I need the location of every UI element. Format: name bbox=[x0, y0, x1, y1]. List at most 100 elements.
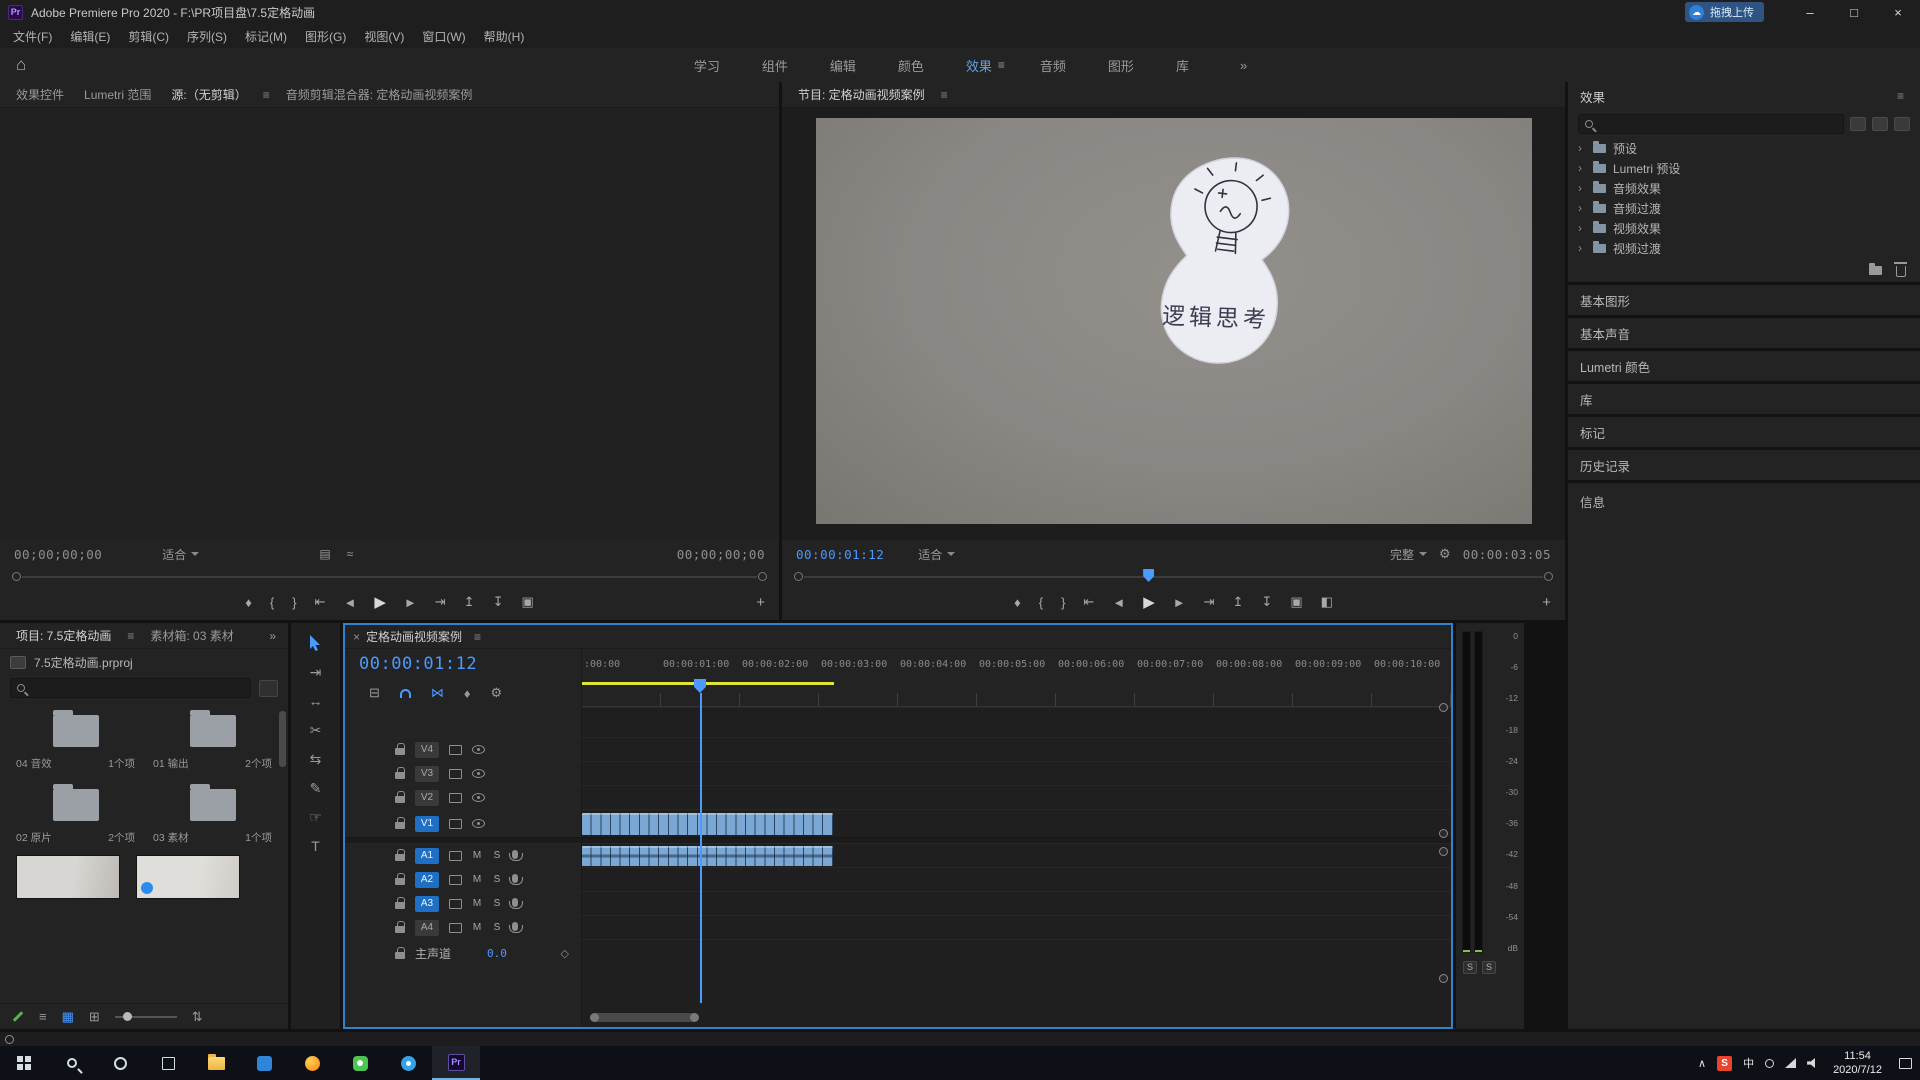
pen-tool[interactable]: ✎ bbox=[310, 780, 322, 796]
taskbar-app-blue[interactable] bbox=[240, 1046, 288, 1080]
tab-markers[interactable]: 标记 bbox=[1568, 417, 1920, 447]
mute-button[interactable]: M bbox=[472, 850, 482, 861]
add-marker-icon[interactable]: ♦ bbox=[464, 686, 471, 701]
delete-icon[interactable] bbox=[1896, 266, 1906, 277]
workspace-tab-learning[interactable]: 学习 bbox=[673, 56, 741, 75]
search-options-icon[interactable] bbox=[259, 680, 278, 697]
clip-thumbnail[interactable] bbox=[16, 855, 120, 899]
zoom-handle-right[interactable] bbox=[758, 572, 767, 581]
tab-source-monitor[interactable]: 源:（无剪辑） bbox=[161, 86, 256, 103]
menu-clip[interactable]: 剪辑(C) bbox=[119, 28, 178, 45]
type-tool[interactable]: T bbox=[311, 838, 320, 854]
zoom-slider[interactable] bbox=[115, 1016, 177, 1018]
extract-button[interactable]: ↧ bbox=[1261, 594, 1272, 610]
track-target-v1[interactable]: V1 bbox=[415, 816, 439, 832]
volume-icon[interactable] bbox=[1807, 1058, 1818, 1069]
menu-markers[interactable]: 标记(M) bbox=[236, 28, 296, 45]
voiceover-mic-icon[interactable] bbox=[512, 874, 518, 883]
tab-audio-clip-mixer[interactable]: 音频剪辑混合器: 定格动画视频案例 bbox=[276, 86, 483, 103]
mute-button[interactable]: M bbox=[472, 898, 482, 909]
track-lock-icon[interactable] bbox=[395, 926, 405, 933]
program-zoom-select[interactable]: 适合 bbox=[918, 546, 955, 563]
track-target-a2[interactable]: A2 bbox=[415, 872, 439, 888]
timeline-hscrollbar[interactable] bbox=[592, 1013, 1427, 1022]
bin-item-output[interactable]: 01 输出 2个项 bbox=[153, 705, 272, 771]
lane-a4[interactable] bbox=[582, 915, 1451, 939]
export-frame-button[interactable]: ▣ bbox=[521, 594, 533, 610]
clip-thumbnail[interactable] bbox=[136, 855, 240, 899]
track-target-v3[interactable]: V3 bbox=[415, 766, 439, 782]
cortana-button[interactable] bbox=[96, 1046, 144, 1080]
track-target-a4[interactable]: A4 bbox=[415, 920, 439, 936]
bin-item-sfx[interactable]: 04 音效 1个项 bbox=[16, 705, 135, 771]
action-center-icon[interactable] bbox=[1899, 1058, 1912, 1069]
menu-help[interactable]: 帮助(H) bbox=[475, 28, 534, 45]
menu-file[interactable]: 文件(F) bbox=[4, 28, 61, 45]
panel-menu-icon[interactable]: ≡ bbox=[121, 629, 140, 643]
solo-left-button[interactable]: S bbox=[1463, 961, 1477, 974]
go-to-out-button[interactable]: ⇥ bbox=[435, 594, 446, 610]
workspace-tab-color[interactable]: 颜色 bbox=[877, 56, 945, 75]
step-back-button[interactable]: ◄ bbox=[1112, 595, 1125, 610]
keyframe-icon[interactable]: ◇ bbox=[561, 947, 569, 960]
selection-tool[interactable] bbox=[309, 635, 322, 651]
project-file-row[interactable]: 7.5定格动画.prproj bbox=[0, 649, 288, 675]
step-forward-button[interactable]: ► bbox=[1173, 595, 1186, 610]
zoom-handle-right[interactable] bbox=[1544, 572, 1553, 581]
mark-in-button[interactable]: { bbox=[1039, 595, 1043, 610]
solo-button[interactable]: S bbox=[492, 874, 502, 885]
source-timecode[interactable]: 00;00;00;00 bbox=[14, 547, 102, 562]
workspace-menu-icon[interactable]: ≡ bbox=[998, 58, 1019, 72]
effects-bin-audio-transitions[interactable]: › 音频过渡 bbox=[1568, 198, 1920, 218]
track-output-eye-icon[interactable] bbox=[472, 745, 485, 754]
tab-essential-sound[interactable]: 基本声音 bbox=[1568, 318, 1920, 348]
upload-overlay-button[interactable]: ☁ 拖拽上传 bbox=[1685, 2, 1764, 22]
lift-button[interactable]: ↥ bbox=[1233, 594, 1244, 610]
track-target-v2[interactable]: V2 bbox=[415, 790, 439, 806]
effects-search-input[interactable] bbox=[1578, 114, 1844, 134]
lane-v3[interactable] bbox=[582, 761, 1451, 785]
effects-bin-lumetri-presets[interactable]: › Lumetri 预设 bbox=[1568, 158, 1920, 178]
step-back-button[interactable]: ◄ bbox=[343, 595, 356, 610]
lane-master[interactable] bbox=[582, 939, 1451, 967]
settings-wrench-icon[interactable]: ⚙ bbox=[1439, 546, 1451, 562]
source-zoom-select[interactable]: 适合 bbox=[162, 546, 199, 563]
tab-info[interactable]: 信息 bbox=[1568, 483, 1920, 1029]
effects-bin-presets[interactable]: › 预设 bbox=[1568, 138, 1920, 158]
button-editor-icon[interactable]: + bbox=[1542, 594, 1551, 611]
playhead[interactable] bbox=[700, 693, 702, 1003]
start-button[interactable] bbox=[0, 1046, 48, 1080]
track-target-a1[interactable]: A1 bbox=[415, 848, 439, 864]
track-target-v4[interactable]: V4 bbox=[415, 742, 439, 758]
close-icon[interactable]: × bbox=[353, 630, 360, 644]
track-output-eye-icon[interactable] bbox=[472, 793, 485, 802]
go-to-in-button[interactable]: ⇤ bbox=[1083, 594, 1094, 610]
yuv-effects-filter-icon[interactable] bbox=[1894, 117, 1910, 131]
timeline-lanes[interactable]: :00:00 00:00:01:00 00:00:02:00 00:00:03:… bbox=[582, 649, 1451, 1027]
sync-lock-icon[interactable] bbox=[449, 923, 462, 933]
track-output-eye-icon[interactable] bbox=[472, 769, 485, 778]
workspace-tab-graphics[interactable]: 图形 bbox=[1087, 56, 1155, 75]
taskbar-clock[interactable]: 11:54 2020/7/12 bbox=[1829, 1049, 1886, 1078]
chevron-right-icon[interactable]: › bbox=[1578, 161, 1586, 175]
tray-status-icon[interactable] bbox=[1765, 1059, 1774, 1068]
video-clips[interactable] bbox=[582, 813, 833, 835]
tab-program-monitor[interactable]: 节目: 定格动画视频案例 bbox=[788, 86, 935, 103]
chevron-right-icon[interactable]: › bbox=[1578, 241, 1586, 255]
overwrite-button[interactable]: ↧ bbox=[493, 594, 504, 610]
lane-v2[interactable] bbox=[582, 785, 1451, 809]
tab-effect-controls[interactable]: 效果控件 bbox=[6, 86, 74, 103]
ime-language-indicator[interactable]: 中 bbox=[1743, 1055, 1754, 1071]
playback-resolution-select[interactable]: 完整 bbox=[1390, 546, 1427, 563]
chevron-right-icon[interactable]: › bbox=[1578, 141, 1586, 155]
lane-empty[interactable] bbox=[582, 707, 1451, 737]
sync-lock-icon[interactable] bbox=[449, 793, 462, 803]
hand-tool[interactable]: ☞ bbox=[309, 809, 322, 825]
chevron-right-icon[interactable]: › bbox=[1578, 181, 1586, 195]
tab-media-bin[interactable]: 素材箱: 03 素材 bbox=[140, 627, 243, 644]
minimize-button[interactable]: – bbox=[1788, 0, 1832, 24]
background-task-icon[interactable] bbox=[5, 1035, 14, 1044]
work-area-bar[interactable] bbox=[582, 682, 834, 685]
menu-window[interactable]: 窗口(W) bbox=[413, 28, 474, 45]
audio-clips[interactable] bbox=[582, 846, 833, 866]
